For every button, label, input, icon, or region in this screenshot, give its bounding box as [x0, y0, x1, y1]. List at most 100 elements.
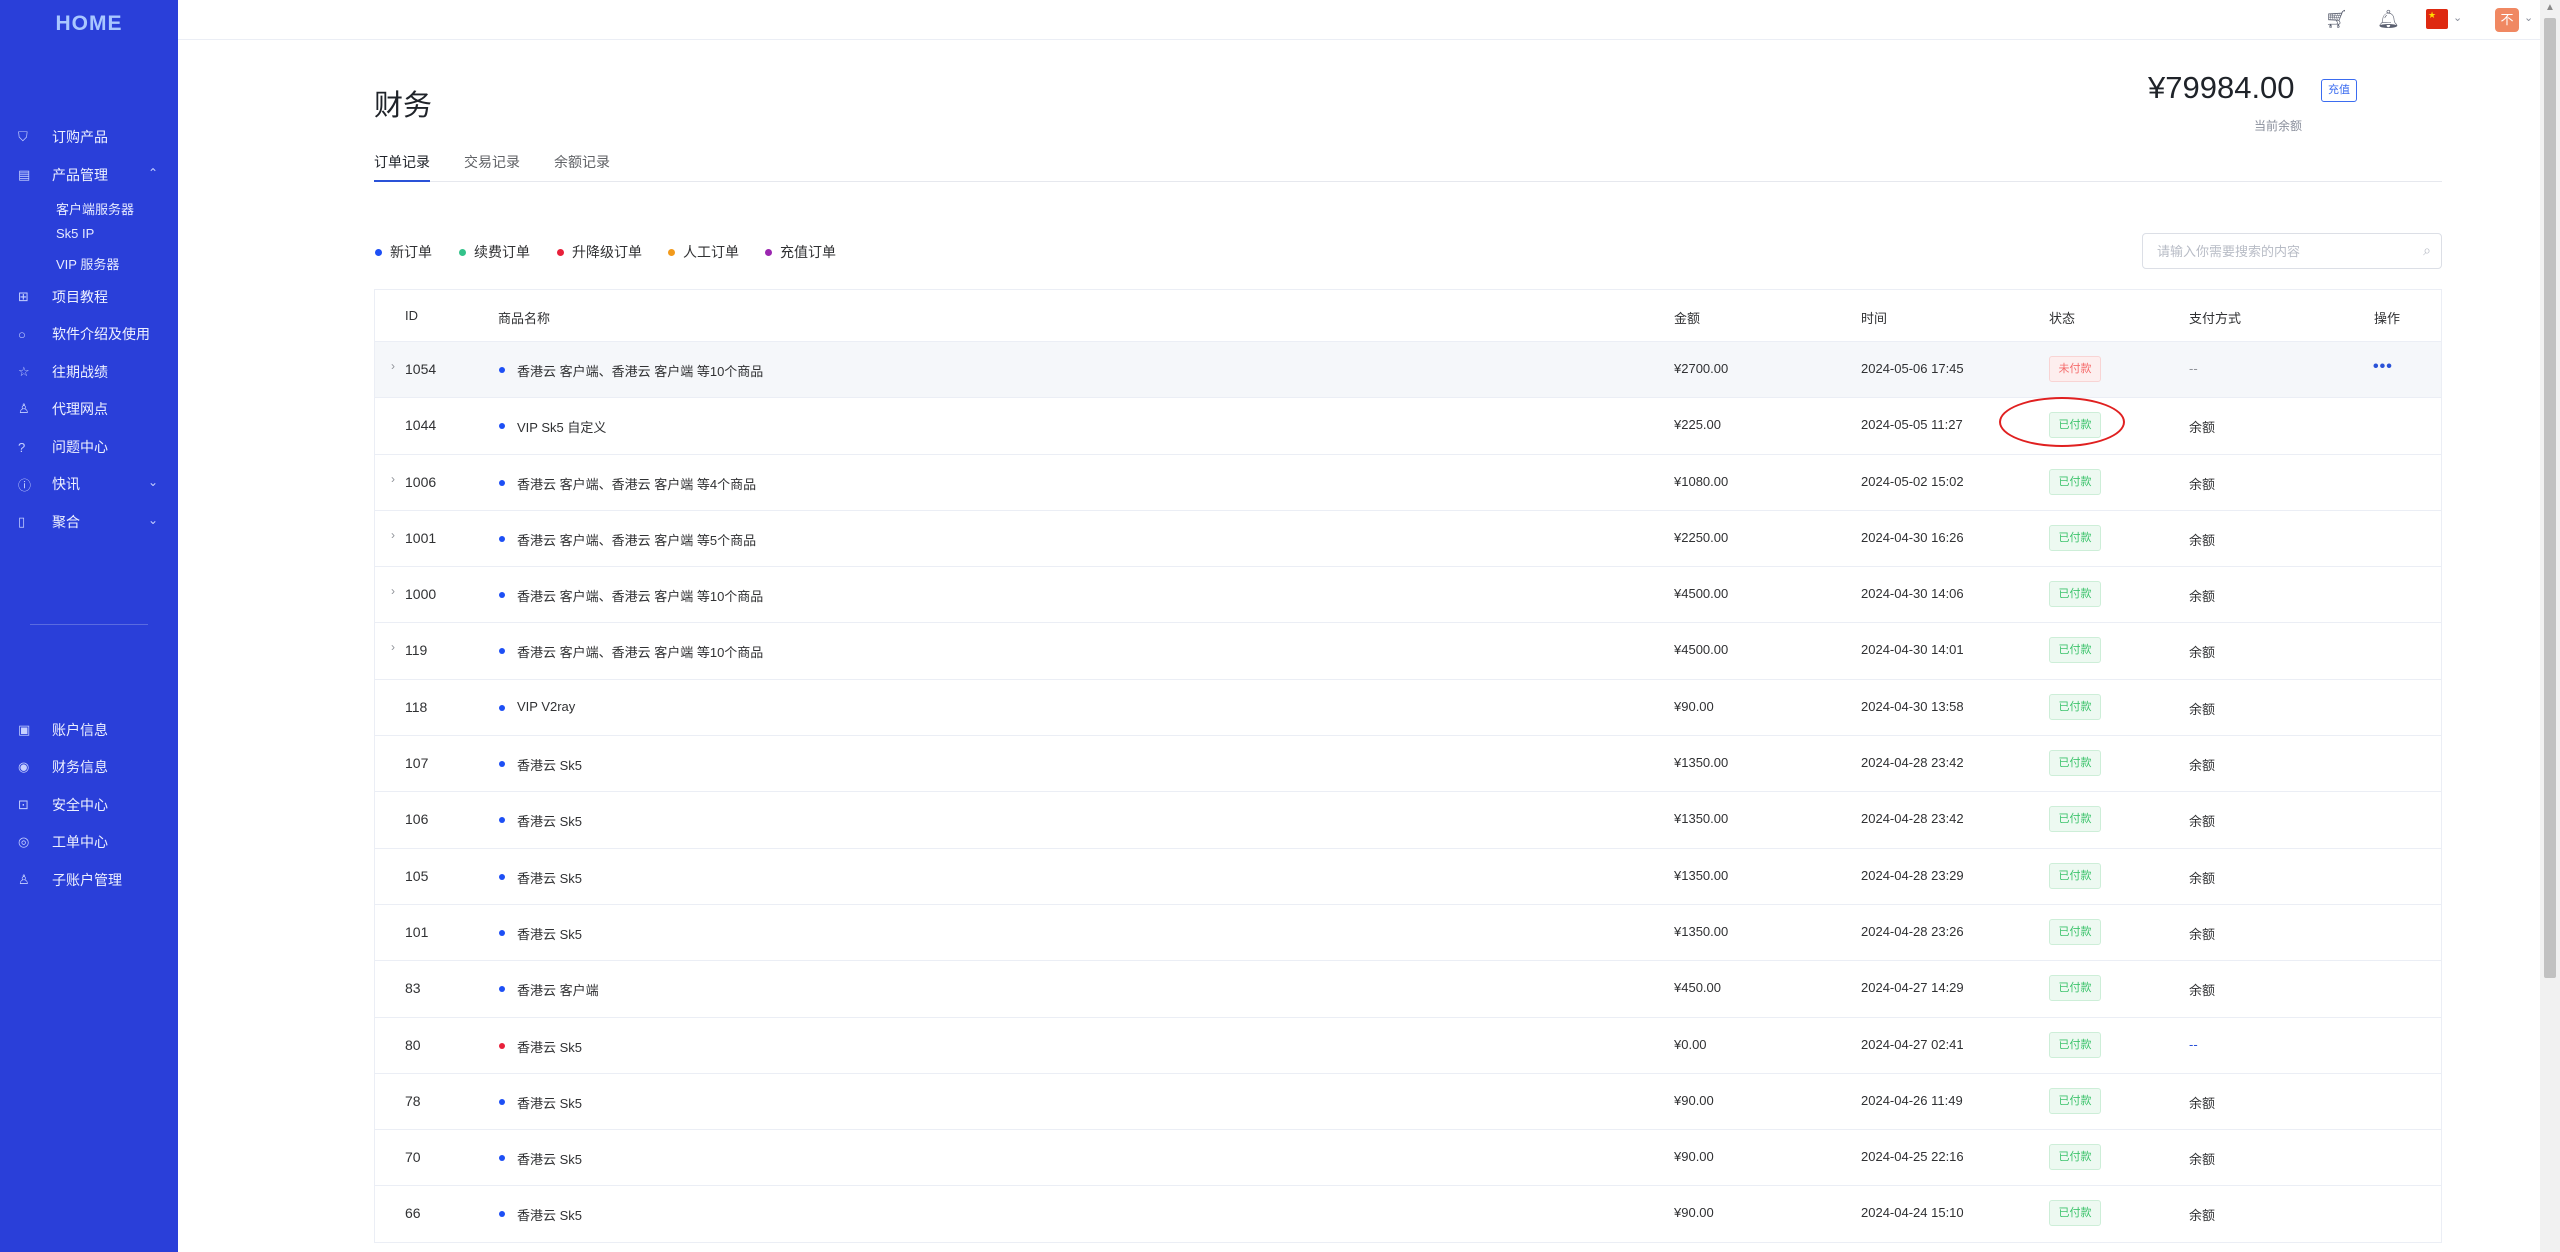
table-row[interactable]: 1044 VIP Sk5 自定义 ¥225.00 2024-05-05 11:27 已付… — [375, 398, 2441, 455]
table-row[interactable]: › 1001 香港云 客户端、香港云 客户端 等5个商品 ¥2250.00 2024-0… — [375, 511, 2441, 568]
nav-label: 产品管理 — [52, 167, 108, 183]
logo[interactable]: HOME — [0, 12, 178, 36]
legend-dot — [557, 248, 564, 256]
search-box: ⌕ — [2142, 233, 2442, 269]
table-row[interactable]: › 1006 香港云 客户端、香港云 客户端 等4个商品 ¥1080.00 2024-0… — [375, 455, 2441, 511]
nav-label: 快讯 — [52, 476, 80, 492]
sub-item-client-server[interactable]: 客户端服务器 — [56, 199, 134, 218]
legend-dot — [459, 248, 466, 256]
status-badge: 已付款 — [2049, 1031, 2101, 1058]
cell-product-name: 香港云 客户端、香港云 客户端 等10个商品 — [517, 645, 764, 661]
order-type-dot — [499, 479, 505, 486]
table-row[interactable]: › 1000 香港云 客户端、香港云 客户端 等10个商品 ¥4500.00 2024-… — [375, 567, 2441, 624]
sub-item-sk5-ip[interactable]: Sk5 IP — [56, 226, 94, 241]
legend-label: 新订单 — [390, 244, 432, 260]
sub-item-vip-server[interactable]: VIP 服务器 — [56, 254, 119, 273]
avatar[interactable]: 不 — [2495, 8, 2519, 32]
legend-upgrade-order: 升降级订单 — [557, 242, 642, 262]
tab-balance-records[interactable]: 余额记录 — [554, 152, 610, 182]
cell-amount: ¥2700.00 — [1674, 361, 1729, 376]
nav-software-intro[interactable]: ○ 软件介绍及使用 — [0, 321, 178, 347]
nav-past-results[interactable]: ☆ 往期战绩 — [0, 359, 178, 385]
cell-id: 118 — [405, 698, 428, 715]
nav-ticket-center[interactable]: ◎ 工单中心 — [0, 829, 178, 855]
order-type-dot — [499, 1098, 505, 1105]
legend-label: 充值订单 — [780, 244, 836, 260]
table-row[interactable]: 70 香港云 Sk5 ¥90.00 2024-04-25 22:16 已付款 余额 — [375, 1130, 2441, 1187]
cell-time: 2024-04-27 02:41 — [1861, 1036, 1964, 1052]
expand-row-icon[interactable]: › — [391, 584, 395, 598]
legend-new-order: 新订单 — [375, 242, 432, 262]
expand-row-icon[interactable]: › — [391, 528, 395, 542]
cell-product-name: 香港云 Sk5 — [517, 926, 583, 942]
nav-product-management[interactable]: ▤ 产品管理 ⌃ — [0, 162, 178, 188]
page-scrollbar[interactable]: ▲ — [2540, 0, 2560, 1252]
cell-id: 83 — [405, 980, 421, 997]
cell-payment-method: 余额 — [2189, 701, 2216, 717]
scroll-up-icon[interactable]: ▲ — [2545, 2, 2555, 13]
language-flag-icon[interactable] — [2426, 9, 2448, 29]
table-row[interactable]: 106 香港云 Sk5 ¥1350.00 2024-04-28 23:42 已付款 余额 — [375, 792, 2441, 849]
balance-amount: ¥79984.00 — [2148, 70, 2295, 105]
cart-icon[interactable]: 🛒︎ — [2325, 9, 2348, 30]
table-row[interactable]: 101 香港云 Sk5 ¥1350.00 2024-04-28 23:26 已付款 余额 — [375, 905, 2441, 962]
cell-time: 2024-04-30 14:06 — [1861, 586, 1964, 602]
expand-row-icon[interactable]: › — [391, 640, 395, 654]
chevron-down-icon[interactable]: ⌄ — [2453, 11, 2462, 24]
tab-order-records[interactable]: 订单记录 — [374, 152, 430, 182]
cell-id: 105 — [405, 867, 429, 884]
status-badge: 已付款 — [2049, 750, 2101, 777]
table-row[interactable]: 118 VIP V2ray ¥90.00 2024-04-30 13:58 已付款 余额 — [375, 680, 2441, 737]
nav-news-flash[interactable]: ⓘ 快讯 ⌄ — [0, 471, 178, 497]
search-input[interactable] — [2143, 234, 2393, 268]
table-row[interactable]: 78 香港云 Sk5 ¥90.00 2024-04-26 11:49 已付款 余额 — [375, 1074, 2441, 1131]
cell-time: 2024-05-06 17:45 — [1861, 361, 1964, 376]
nav-label: 订购产品 — [52, 129, 108, 145]
cell-amount: ¥1350.00 — [1674, 867, 1729, 883]
nav-label: 代理网点 — [52, 401, 108, 417]
table-row[interactable]: 83 香港云 客户端 ¥450.00 2024-04-27 14:29 已付款 余额 — [375, 961, 2441, 1018]
table-row[interactable]: 107 香港云 Sk5 ¥1350.00 2024-04-28 23:42 已付款 余额 — [375, 736, 2441, 793]
table-row[interactable]: › 1054 香港云 客户端、香港云 客户端 等10个商品 ¥2700.00 2024-… — [375, 342, 2441, 399]
table-row[interactable]: 80 香港云 Sk5 ¥0.00 2024-04-27 02:41 已付款 -- — [375, 1018, 2441, 1074]
bell-icon[interactable]: 🔔︎ — [2377, 9, 2400, 30]
more-actions-icon[interactable]: ••• — [2373, 358, 2393, 376]
recharge-button[interactable]: 充值 — [2321, 79, 2357, 102]
cell-payment-method: -- — [2189, 361, 2198, 376]
nav-aggregate[interactable]: ▯ 聚合 ⌄ — [0, 509, 178, 535]
cell-amount: ¥90.00 — [1674, 1205, 1714, 1221]
highlight-circle — [1999, 397, 2125, 447]
lock-icon: ⊡ — [18, 797, 29, 812]
table-row[interactable]: 66 香港云 Sk5 ¥90.00 2024-04-24 15:10 已付款 余额 — [375, 1186, 2441, 1243]
expand-row-icon[interactable]: › — [391, 472, 395, 486]
nav-faq-center[interactable]: ? 问题中心 — [0, 434, 178, 460]
cell-payment-method: -- — [2189, 1036, 2198, 1052]
nav-order-products[interactable]: ⛉ 订购产品 — [0, 124, 178, 150]
nav-finance-info[interactable]: ◉ 财务信息 — [0, 754, 178, 780]
tab-transaction-records[interactable]: 交易记录 — [464, 152, 520, 182]
nav-account-info[interactable]: ▣ 账户信息 — [0, 717, 178, 743]
cell-time: 2024-04-24 15:10 — [1861, 1205, 1964, 1221]
status-badge: 已付款 — [2049, 975, 2101, 1002]
nav-security-center[interactable]: ⊡ 安全中心 — [0, 792, 178, 818]
nav-sub-account[interactable]: ♙ 子账户管理 — [0, 867, 178, 893]
search-icon[interactable]: ⌕ — [2423, 242, 2431, 259]
table-header: ID 商品名称 金额 时间 状态 支付方式 操作 — [375, 290, 2441, 342]
balance-label: 当前余额 — [2254, 119, 2303, 133]
table-row[interactable]: 105 香港云 Sk5 ¥1350.00 2024-04-28 23:29 已付款 余额 — [375, 849, 2441, 905]
order-type-dot — [499, 1211, 505, 1218]
expand-row-icon[interactable]: › — [391, 359, 395, 373]
table-row[interactable]: › 119 香港云 客户端、香港云 客户端 等10个商品 ¥4500.00 2024-0… — [375, 623, 2441, 680]
cell-amount: ¥1350.00 — [1674, 755, 1729, 771]
cell-payment-method: 余额 — [2189, 476, 2216, 492]
cell-payment-method: 余额 — [2189, 532, 2216, 548]
cell-time: 2024-04-30 13:58 — [1861, 698, 1964, 714]
question-icon: ? — [18, 439, 26, 455]
nav-agent-outlets[interactable]: ♙ 代理网点 — [0, 396, 178, 422]
scrollbar-thumb[interactable] — [2544, 18, 2556, 978]
cell-product-name: 香港云 客户端 — [517, 983, 599, 999]
chevron-down-icon[interactable]: ⌄ — [2524, 11, 2533, 24]
cell-payment-method: 余额 — [2189, 870, 2216, 886]
cell-product-name: 香港云 客户端、香港云 客户端 等10个商品 — [517, 364, 764, 379]
nav-project-tutorial[interactable]: ⊞ 项目教程 — [0, 284, 178, 310]
